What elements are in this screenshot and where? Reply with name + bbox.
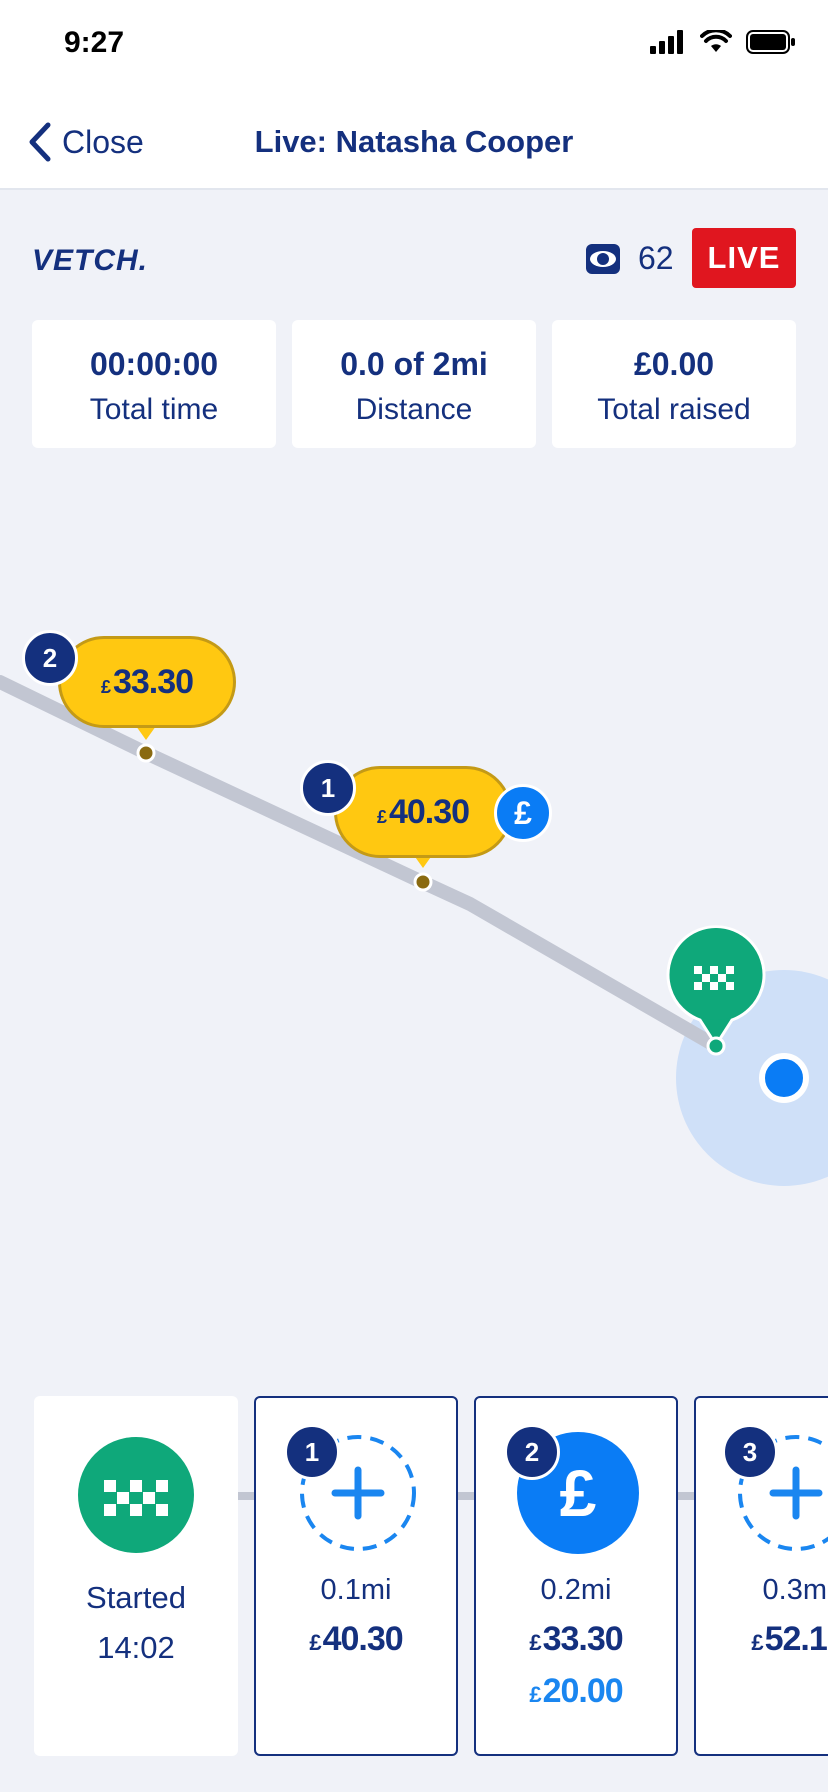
milestone-distance: 0.1mi [320, 1574, 392, 1606]
status-time: 9:27 [64, 26, 125, 59]
currency-symbol: £ [751, 1630, 763, 1655]
milestone-extra-amount: £20.00 [476, 1672, 676, 1711]
milestone-number-badge: 3 [722, 1424, 778, 1480]
stat-value: £0.00 [633, 346, 715, 382]
milestone-card-2[interactable]: £ 2 0.2mi £33.30 £20.00 [474, 1396, 678, 1756]
timeline-start-card: Started 14:02 [34, 1396, 238, 1756]
donation-amount: 40.30 [388, 792, 470, 831]
milestone-amount-value: 40.30 [322, 1620, 404, 1658]
marker-number-badge: 2 [22, 630, 78, 686]
milestone-distance: 0.2mi [540, 1574, 612, 1606]
marker-number-badge: 1 [300, 760, 356, 816]
current-location-icon [759, 1053, 809, 1103]
milestone-number-badge: 2 [504, 1424, 560, 1480]
milestone-amount: £40.30 [256, 1620, 456, 1659]
stat-distance: 0.0 of 2mi Distance [292, 320, 536, 448]
status-bar: 9:27 [0, 0, 828, 90]
route-map[interactable]: £ 33.30 2 £ 40.30 1 £ [0, 460, 828, 1360]
checkered-flag-icon [78, 1437, 194, 1553]
route-point [136, 743, 156, 763]
route-map-canvas [0, 675, 828, 1186]
stat-total-raised: £0.00 Total raised [552, 320, 796, 448]
donation-amount: 33.30 [112, 662, 194, 701]
milestone-amount: £33.30 [476, 1620, 676, 1659]
currency-symbol: £ [529, 1682, 541, 1707]
milestone-card-3[interactable]: 3 0.3mi £52.10 [694, 1396, 828, 1756]
milestone-timeline[interactable]: Started 14:02 1 0.1mi £40.30 £ 2 0.2mi £… [0, 1396, 828, 1756]
milestone-distance: 0.3mi [762, 1574, 828, 1606]
stat-label: Distance [355, 393, 473, 426]
stat-label: Total time [89, 393, 219, 426]
route-line [0, 675, 723, 1053]
stat-value: 00:00:00 [89, 346, 219, 382]
page-title: Live: Natasha Cooper [254, 124, 574, 159]
nav-bar: Close Live: Natasha Cooper [0, 90, 828, 190]
brand-logo: VETCH. [32, 244, 149, 277]
donation-marker-2[interactable]: £ 33.30 [58, 636, 236, 728]
started-label: Started [86, 1580, 186, 1615]
wifi-icon [700, 30, 732, 52]
started-time: 14:02 [97, 1630, 175, 1665]
signal-icon [650, 30, 683, 54]
stat-label: Total raised [597, 393, 751, 426]
stat-total-time: 00:00:00 Total time [32, 320, 276, 448]
currency-symbol: £ [529, 1630, 541, 1655]
milestone-card-3-content: 3 0.3mi £52.10 [696, 1398, 828, 1754]
currency-symbol: £ [100, 676, 111, 697]
live-badge: LIVE [692, 228, 796, 288]
viewer-count: 62 [586, 240, 674, 277]
milestone-extra-amount-value: 20.00 [542, 1672, 624, 1710]
viewer-count-value: 62 [638, 240, 674, 276]
milestone-amount-value: 33.30 [542, 1620, 624, 1658]
milestone-amount-value: 52.10 [764, 1620, 828, 1658]
pound-icon[interactable]: £ [494, 784, 552, 842]
milestone-card-1[interactable]: 1 0.1mi £40.30 [254, 1396, 458, 1756]
battery-icon [746, 30, 795, 54]
donation-marker-1[interactable]: £ 40.30 [334, 766, 512, 858]
currency-symbol: £ [376, 806, 387, 827]
currency-symbol: £ [309, 1630, 321, 1655]
milestone-number-badge: 1 [284, 1424, 340, 1480]
route-point [413, 872, 433, 892]
milestone-amount: £52.10 [696, 1620, 828, 1659]
status-icons [650, 30, 796, 54]
stat-value: 0.0 of 2mi [340, 346, 488, 382]
eye-icon [586, 243, 620, 274]
